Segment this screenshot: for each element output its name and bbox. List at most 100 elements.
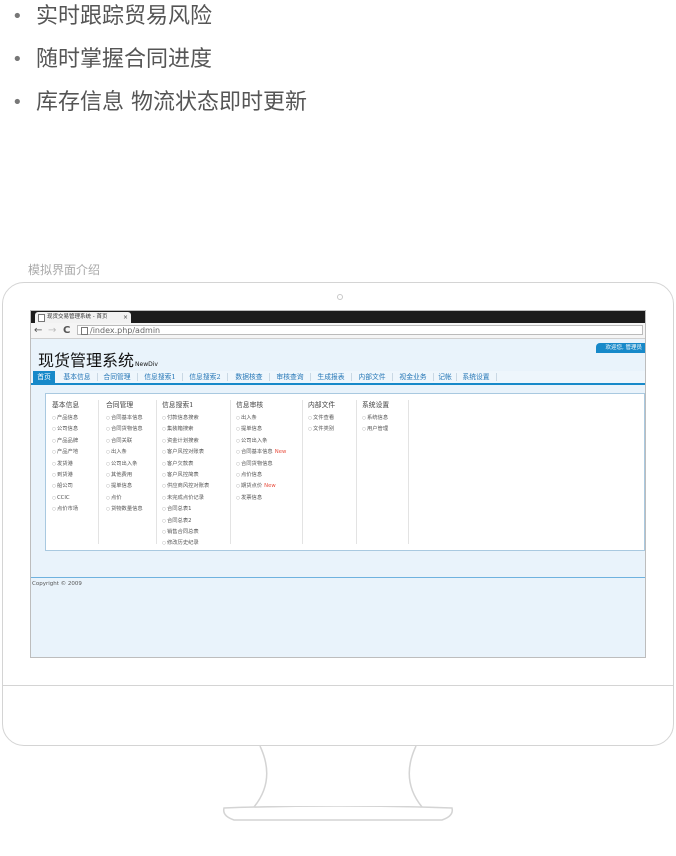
- browser-tab-title: 现货交易管理系统 - 首页: [47, 314, 108, 320]
- menu-link[interactable]: ○公司出入条: [236, 436, 286, 447]
- forward-arrow-icon[interactable]: →: [48, 323, 56, 338]
- nav-divider: [456, 373, 457, 381]
- bullet-icon: ○: [106, 416, 110, 421]
- menu-link-label: 到货港: [56, 472, 73, 479]
- nav-internal-files[interactable]: 内部文件: [354, 371, 390, 383]
- menu-column-title: 信息审核: [236, 401, 264, 409]
- bullet-icon: ○: [52, 416, 56, 421]
- menu-link-label: 公司信息: [56, 426, 79, 433]
- nav-audit-query[interactable]: 审核查询: [272, 371, 308, 383]
- nav-divider: [137, 373, 138, 381]
- monitor-base: [222, 806, 454, 821]
- url-input[interactable]: /index.php/admin: [77, 325, 643, 335]
- reload-icon[interactable]: C: [63, 323, 70, 338]
- welcome-badge[interactable]: 欢迎您, 管理员: [595, 343, 645, 353]
- nav-home[interactable]: 首页: [33, 371, 55, 383]
- menu-link[interactable]: ○CCIC: [52, 493, 79, 504]
- menu-link[interactable]: ○付款信息搜索: [162, 413, 209, 424]
- menu-link[interactable]: ○修改历史纪录: [162, 538, 209, 549]
- menu-link[interactable]: ○未完成点价记录: [162, 493, 209, 504]
- nav-business[interactable]: 视金业务: [395, 371, 431, 383]
- bullet-icon: ○: [106, 507, 110, 513]
- nav-reports[interactable]: 生成报表: [313, 371, 349, 383]
- nav-basic-info[interactable]: 基本信息: [59, 371, 95, 383]
- menu-link[interactable]: ○客户风控简表: [162, 470, 209, 481]
- menu-link[interactable]: ○公司出入条: [106, 459, 143, 470]
- menu-link[interactable]: ○发货港: [52, 459, 79, 470]
- menu-link[interactable]: ○发票信息: [236, 493, 286, 504]
- nav-divider: [433, 373, 434, 381]
- bullet-icon: ○: [162, 473, 166, 479]
- bullet-icon: ○: [362, 427, 366, 433]
- menu-link[interactable]: ○合同总表2: [162, 516, 209, 527]
- nav-contract[interactable]: 合同管理: [99, 371, 135, 383]
- bullet-icon: ○: [52, 450, 56, 456]
- menu-link-label: 点价市场: [56, 506, 79, 513]
- menu-link[interactable]: ○合同货物信息: [236, 459, 286, 470]
- menu-link[interactable]: ○客户欠款表: [162, 459, 209, 470]
- menu-link[interactable]: ○销售合同总表: [162, 527, 209, 538]
- menu-link[interactable]: ○出入条: [106, 447, 143, 458]
- menu-link[interactable]: ○产品信息: [52, 413, 79, 424]
- menu-link[interactable]: ○合同基本信息: [106, 413, 143, 424]
- menu-link[interactable]: ○客户风控对账表: [162, 447, 209, 458]
- column-divider: [302, 400, 303, 544]
- menu-link-label: 资金计划搜索: [166, 437, 199, 444]
- menu-link[interactable]: ○合同总表1: [162, 504, 209, 515]
- nav-system-settings[interactable]: 系统设置: [458, 371, 494, 383]
- menu-link-label: 用户管理: [366, 426, 389, 433]
- browser-tab[interactable]: 现货交易管理系统 - 首页 ×: [35, 312, 131, 323]
- menu-link[interactable]: ○合同关联: [106, 436, 143, 447]
- menu-link-label: 客户风控对账表: [166, 449, 205, 456]
- nav-data-check[interactable]: 数据核查: [231, 371, 267, 383]
- back-arrow-icon[interactable]: ←: [34, 323, 42, 338]
- menu-link[interactable]: ○供应商风控对账表: [162, 481, 209, 492]
- menu-panel: 基本信息 ○产品信息 ○公司信息 ○产品品牌 ○产品产地 ○发货港 ○到货港 ○船公司 ○CCI…: [45, 393, 645, 551]
- menu-link-label: 合同总表2: [166, 517, 192, 524]
- menu-link[interactable]: ○资金计划搜索: [162, 436, 209, 447]
- menu-link[interactable]: ○产品品牌: [52, 436, 79, 447]
- bullet-icon: ○: [236, 450, 240, 456]
- menu-link[interactable]: ○船公司: [52, 481, 79, 492]
- menu-link-label: 付款信息搜索: [166, 415, 199, 421]
- menu-link[interactable]: ○到货港: [52, 470, 79, 481]
- bullet-icon: ○: [106, 461, 110, 467]
- menu-link[interactable]: ○点价市场: [52, 504, 79, 515]
- nav-bookkeeping[interactable]: 记帐: [435, 371, 455, 383]
- menu-link[interactable]: ○合同基本信息 New: [236, 447, 286, 458]
- bullet-icon: ○: [308, 427, 312, 433]
- feature-item: • 库存信息 物流状态即时更新: [10, 92, 307, 114]
- menu-link[interactable]: ○出入条: [236, 413, 286, 424]
- column-divider: [230, 400, 231, 544]
- menu-link[interactable]: ○用户管理: [362, 424, 389, 435]
- menu-link[interactable]: ○提单信息: [106, 481, 143, 492]
- menu-link[interactable]: ○系统信息: [362, 413, 389, 424]
- menu-link[interactable]: ○货物数量信息: [106, 504, 143, 515]
- nav-search-1[interactable]: 信息搜索1: [140, 371, 180, 383]
- menu-link-label: 货物数量信息: [110, 506, 143, 513]
- menu-column-system: 系统设置 ○系统信息 ○用户管理: [362, 399, 389, 436]
- menu-link[interactable]: ○文件类别: [308, 424, 335, 435]
- menu-link[interactable]: ○点价信息: [236, 470, 286, 481]
- bullet-icon: ○: [162, 507, 166, 513]
- menu-link[interactable]: ○产品产地: [52, 447, 79, 458]
- menu-link[interactable]: ○其他费用: [106, 470, 143, 481]
- close-icon[interactable]: ×: [123, 312, 128, 323]
- nav-divider: [182, 373, 183, 381]
- menu-link[interactable]: ○期货点价 New: [236, 481, 286, 492]
- menu-link[interactable]: ○文件查看: [308, 413, 335, 424]
- bullet-icon: ○: [52, 484, 56, 490]
- bullet-icon: ○: [236, 495, 240, 501]
- menu-link[interactable]: ○提单信息: [236, 424, 286, 435]
- bullet-icon: ○: [52, 427, 56, 433]
- menu-link[interactable]: ○公司信息: [52, 424, 79, 435]
- nav-search-2[interactable]: 信息搜索2: [185, 371, 225, 383]
- menu-link[interactable]: ○集装箱搜索: [162, 424, 209, 435]
- menu-link[interactable]: ○点价: [106, 493, 143, 504]
- menu-link[interactable]: ○合同货物信息: [106, 424, 143, 435]
- menu-column-audit: 信息审核 ○出入条 ○提单信息 ○公司出入条 ○合同基本信息 New ○合同货物信息 ○点价信…: [236, 399, 286, 504]
- bullet-icon: •: [12, 6, 23, 27]
- feature-text: 库存信息 物流状态即时更新: [36, 90, 307, 115]
- menu-column-search-1: 信息搜索1 ○付款信息搜索 ○集装箱搜索 ○资金计划搜索 ○客户风控对账表 ○客户欠款表 ○…: [162, 399, 209, 550]
- menu-column-title: 合同管理: [106, 401, 134, 409]
